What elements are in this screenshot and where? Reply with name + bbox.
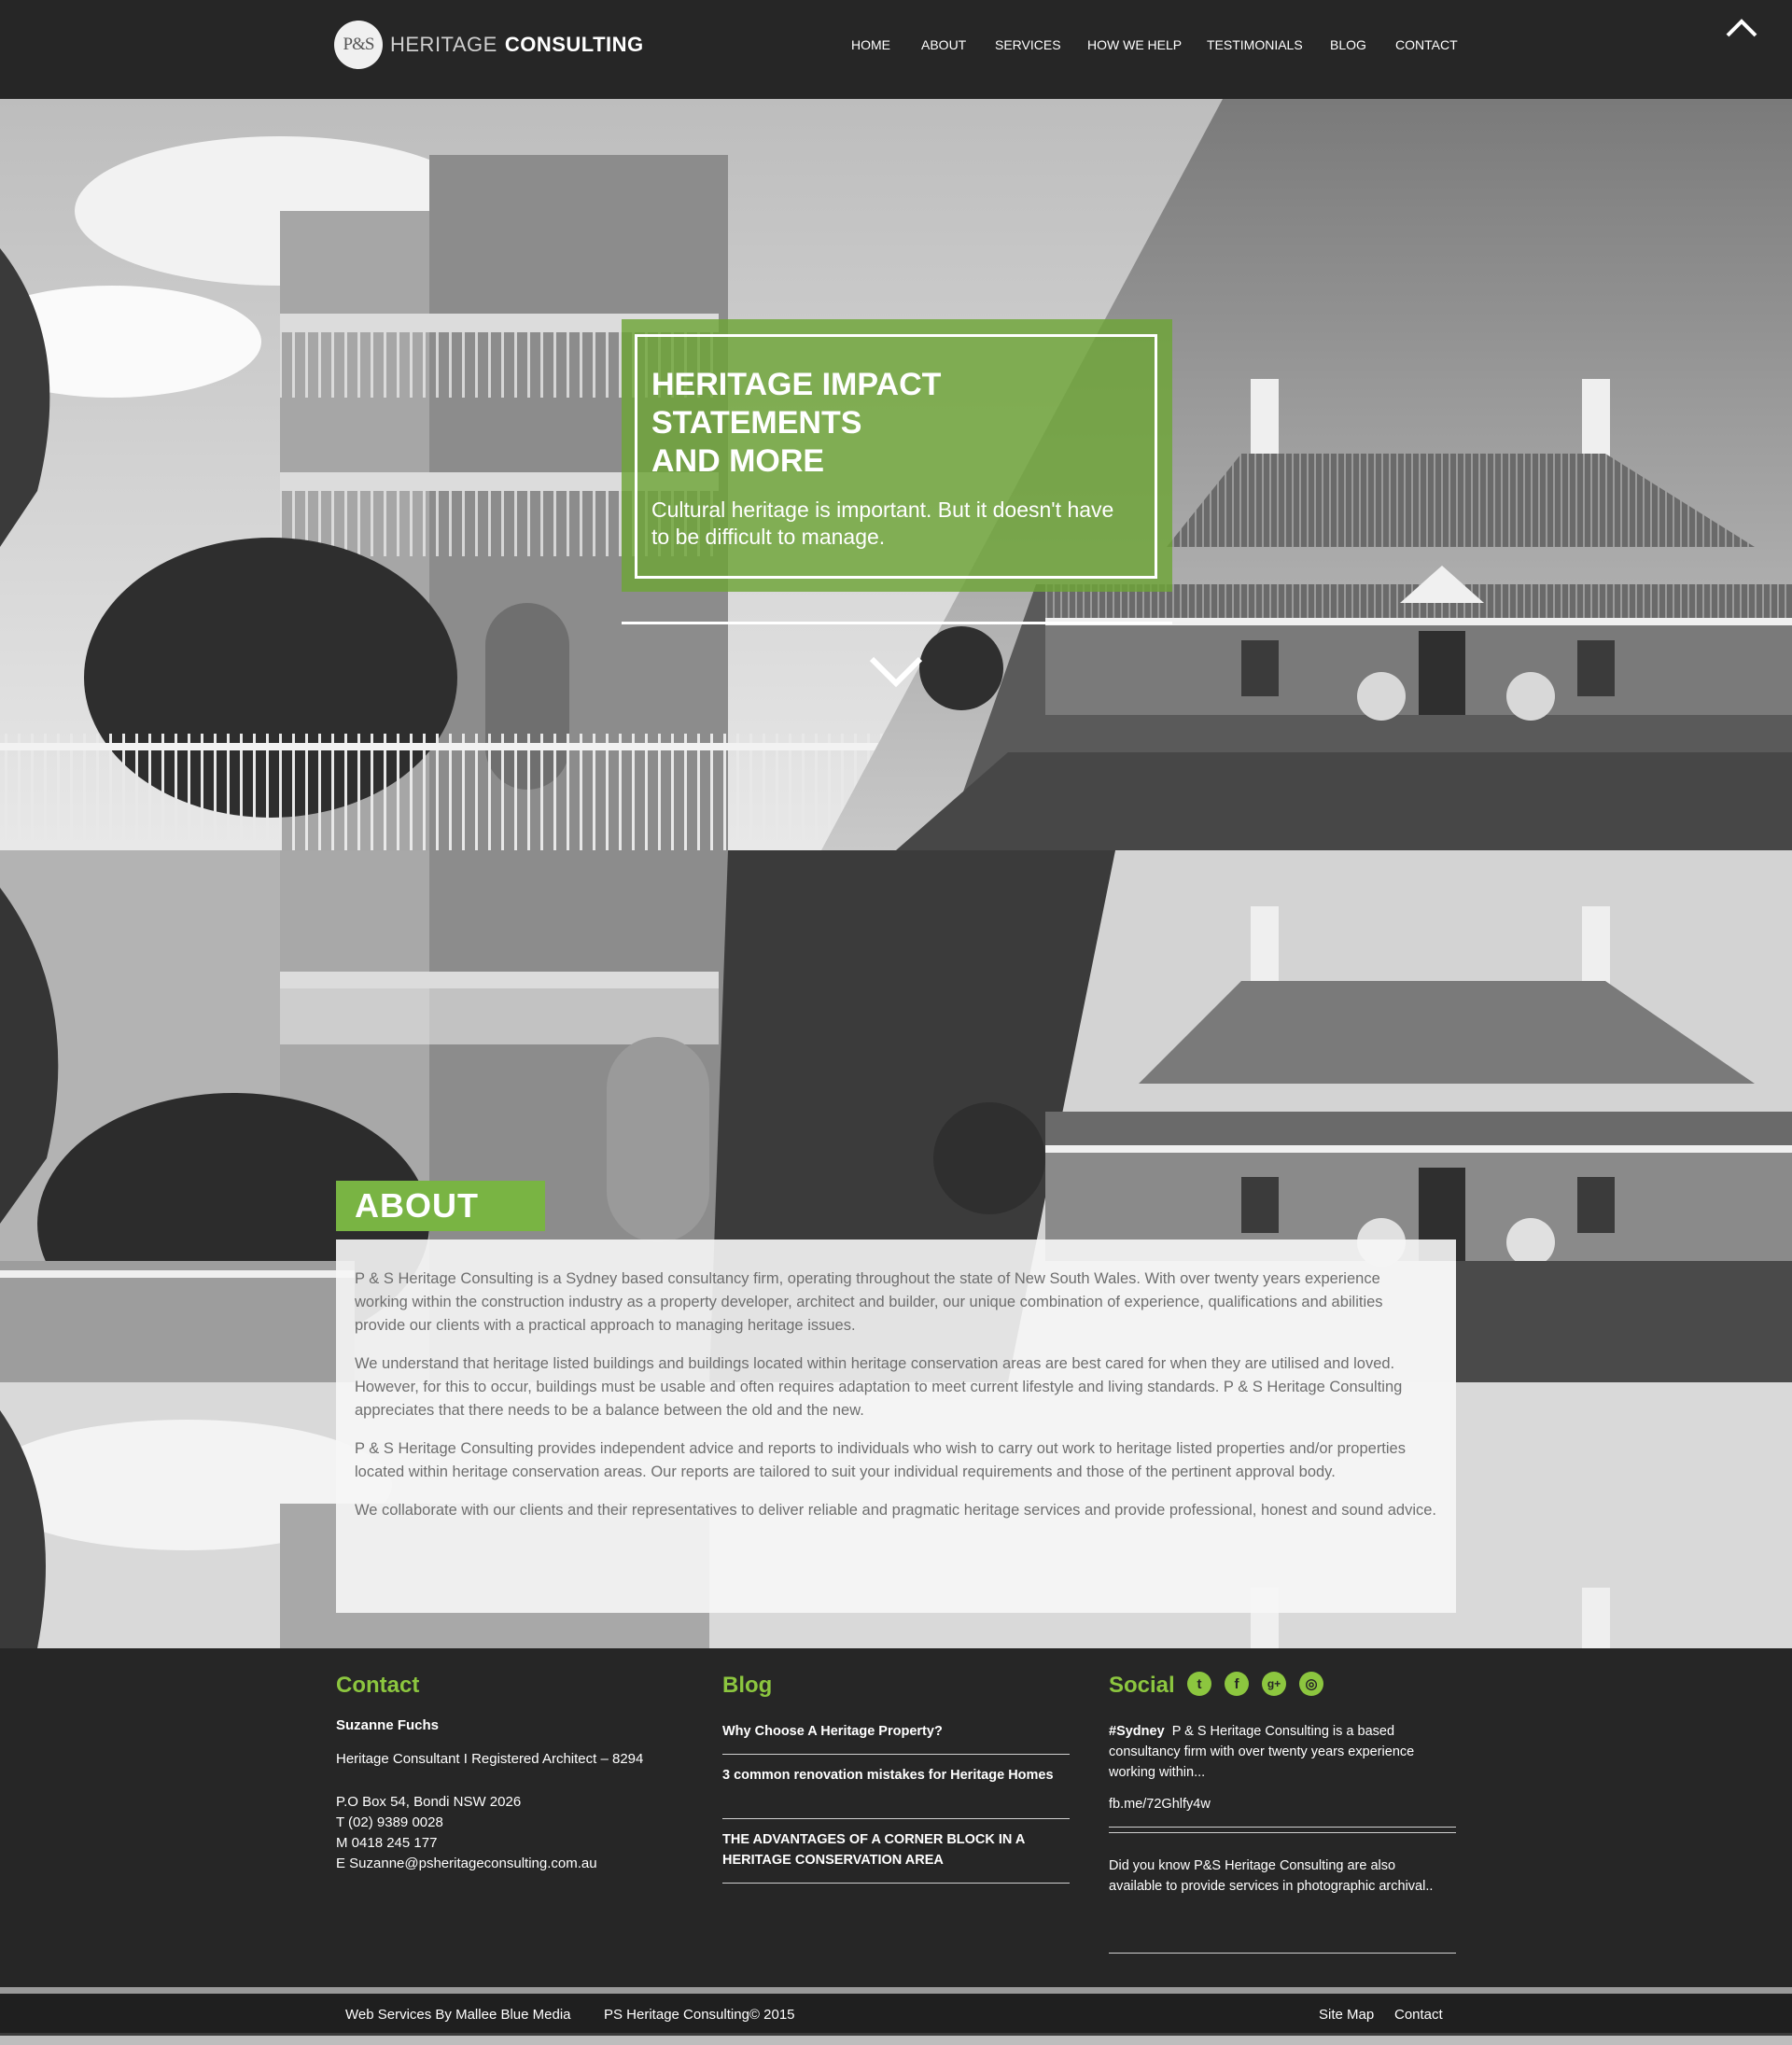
hero-title-line-1: HERITAGE IMPACT <box>651 367 942 402</box>
contact-mobile: M 0418 245 177 <box>336 1835 438 1851</box>
contact-email[interactable]: E Suzanne@psheritageconsulting.com.au <box>336 1854 597 1874</box>
social-post: #Sydney P & S Heritage Consulting is a b… <box>1109 1721 1445 1783</box>
social-post-text: Did you know P&S Heritage Consulting are… <box>1109 1858 1434 1894</box>
nav-how-we-help[interactable]: HOW WE HELP <box>1087 37 1182 52</box>
chevron-down-icon[interactable] <box>868 653 924 689</box>
contact-address: P.O Box 54, Bondi NSW 2026 <box>336 1794 522 1810</box>
chevron-up-icon[interactable] <box>1725 15 1758 41</box>
contact-role: Heritage Consultant I Registered Archite… <box>336 1751 644 1767</box>
about-heading: ABOUT <box>355 1186 479 1225</box>
blog-heading: Blog <box>722 1673 773 1698</box>
about-paragraph: We understand that heritage listed build… <box>355 1355 1403 1419</box>
blog-post-link[interactable]: THE ADVANTAGES OF A CORNER BLOCK IN A HE… <box>722 1829 1070 1870</box>
blog-divider <box>722 1754 1070 1755</box>
instagram-icon[interactable]: ◎ <box>1299 1672 1323 1696</box>
about-card: P & S Heritage Consulting is a Sydney ba… <box>336 1240 1456 1613</box>
logo-mark: P&S <box>334 21 383 69</box>
logo-text-bold: CONSULTING <box>504 33 644 56</box>
nav-about[interactable]: ABOUT <box>921 37 966 52</box>
site-logo[interactable]: P&S HERITAGE CONSULTING <box>334 21 644 69</box>
social-divider <box>1109 1832 1456 1833</box>
nav-home[interactable]: HOME <box>851 37 890 52</box>
blog-divider <box>722 1818 1070 1819</box>
social-post-hashtag[interactable]: #Sydney <box>1109 1724 1165 1739</box>
facebook-icon[interactable]: f <box>1225 1672 1249 1696</box>
social-post-link[interactable]: fb.me/72Ghlfy4w <box>1109 1794 1211 1814</box>
copyright-text: PS Heritage Consulting© 2015 <box>604 2007 795 2023</box>
contact-phone: T (02) 9389 0028 <box>336 1814 443 1830</box>
nav-contact[interactable]: CONTACT <box>1395 37 1458 52</box>
about-paragraph: We collaborate with our clients and thei… <box>355 1502 1437 1519</box>
blog-post-link[interactable]: 3 common renovation mistakes for Heritag… <box>722 1765 1070 1786</box>
hero-title-line-3: AND MORE <box>651 443 825 479</box>
hero-title-line-2: STATEMENTS <box>651 405 862 441</box>
bottom-bar <box>0 1994 1792 2033</box>
blog-divider <box>722 1883 1070 1884</box>
nav-testimonials[interactable]: TESTIMONIALS <box>1207 37 1303 52</box>
social-divider <box>1109 1953 1456 1954</box>
credit-link[interactable]: Web Services By Mallee Blue Media <box>345 2007 571 2023</box>
social-divider <box>1109 1827 1456 1828</box>
hero-subtitle: Cultural heritage is important. But it d… <box>651 497 1114 549</box>
nav-blog[interactable]: BLOG <box>1330 37 1366 52</box>
hero-divider <box>622 622 1172 624</box>
contact-name: Suzanne Fuchs <box>336 1717 440 1733</box>
social-heading: Social <box>1109 1673 1175 1698</box>
site-header: P&S HERITAGE CONSULTING HOME ABOUT SERVI… <box>0 0 1792 99</box>
nav-services[interactable]: SERVICES <box>995 37 1061 52</box>
twitter-icon[interactable]: t <box>1187 1672 1211 1696</box>
logo-text-light: HERITAGE <box>390 33 497 56</box>
about-paragraph: P & S Heritage Consulting is a Sydney ba… <box>355 1270 1383 1334</box>
google-plus-icon[interactable]: g+ <box>1262 1672 1286 1696</box>
about-paragraph: P & S Heritage Consulting provides indep… <box>355 1440 1406 1480</box>
contact-heading: Contact <box>336 1673 420 1698</box>
blog-post-link[interactable]: Why Choose A Heritage Property? <box>722 1721 1070 1742</box>
bottom-contact-link[interactable]: Contact <box>1394 2007 1443 2023</box>
sitemap-link[interactable]: Site Map <box>1319 2007 1374 2023</box>
